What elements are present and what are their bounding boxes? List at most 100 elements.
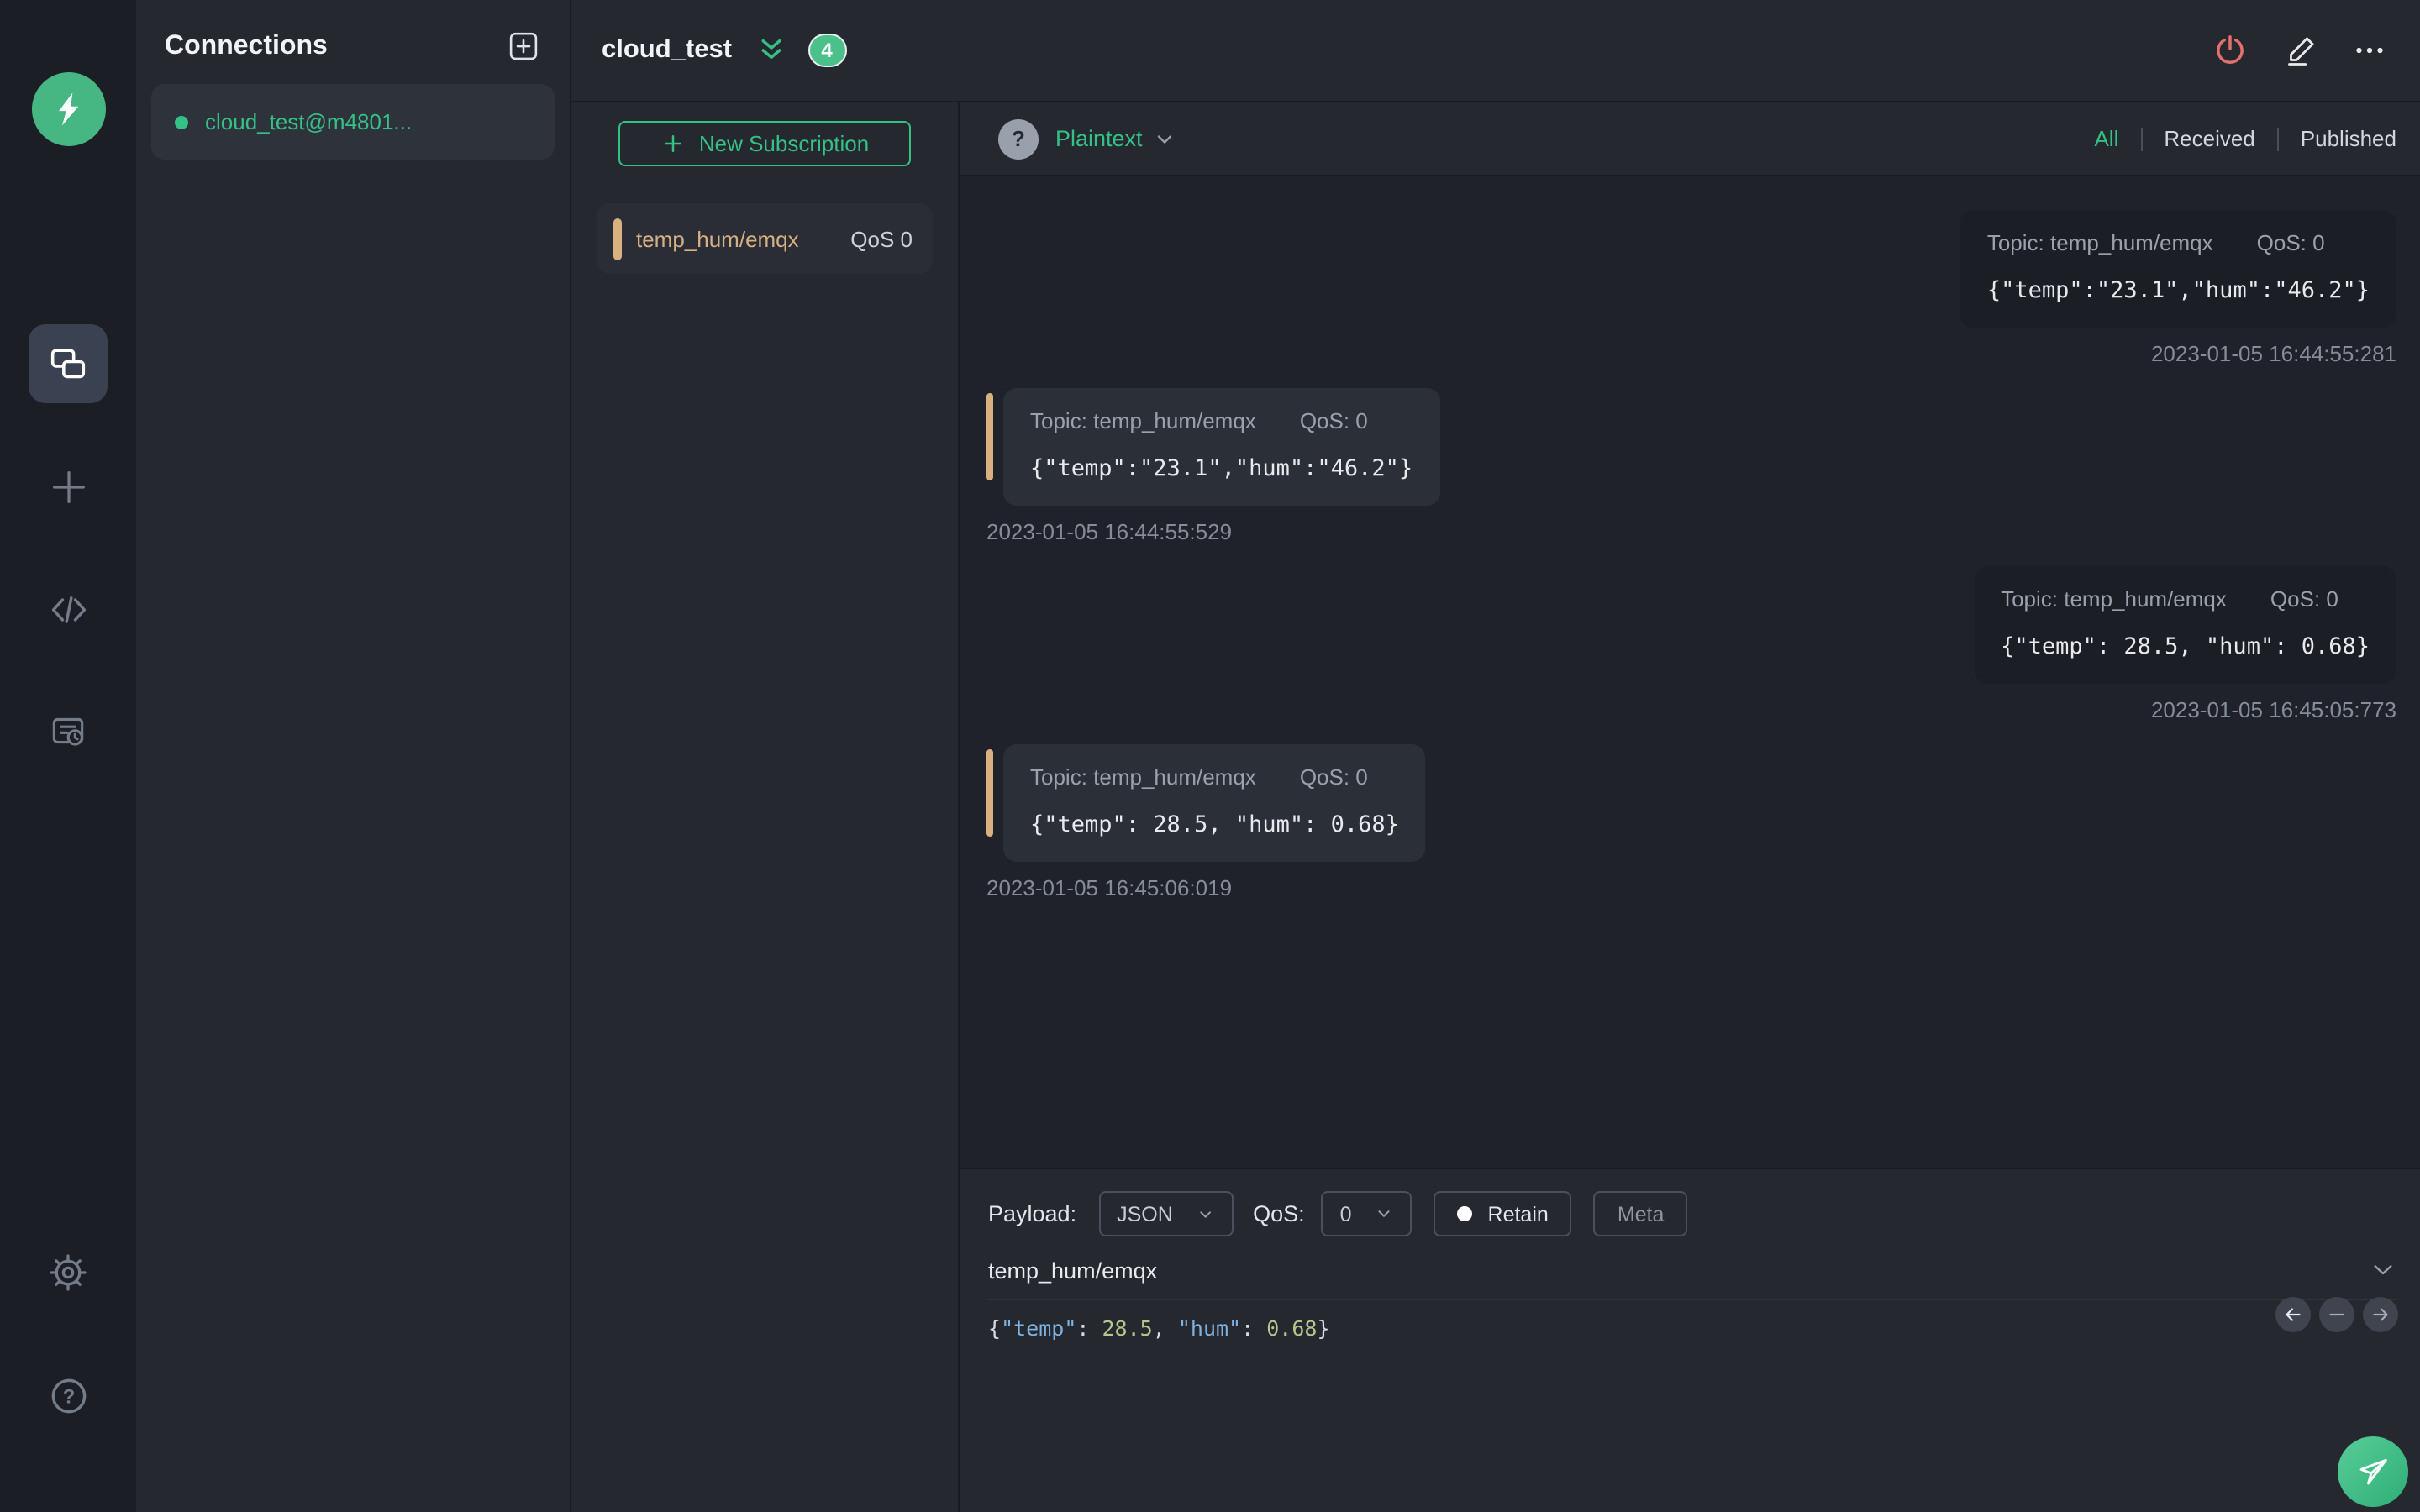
message-bubble[interactable]: Topic: temp_hum/emqx QoS: 0 {"temp":"23.… — [1003, 388, 1440, 506]
log-icon — [52, 717, 84, 746]
stage: ? Connections cloud_test@m4801... cloud_… — [0, 0, 2420, 1512]
tab-separator — [2276, 127, 2279, 150]
arrow-right-icon — [2373, 1308, 2388, 1321]
message-bubble[interactable]: Topic: temp_hum/emqx QoS: 0 {"temp":"23.… — [1960, 210, 2396, 328]
new-subscription-button[interactable]: New Subscription — [618, 121, 911, 166]
connection-name: cloud_test@m4801... — [205, 109, 413, 134]
qos-value: 0 — [1339, 1202, 1352, 1226]
message-timestamp: 2023-01-05 16:44:55:281 — [2150, 341, 2396, 366]
message-topic: Topic: temp_hum/emqx — [1030, 764, 1256, 790]
connections-panel-header: Connections — [151, 0, 555, 84]
meta-button[interactable]: Meta — [1593, 1191, 1688, 1236]
subscription-qos: QoS 0 — [850, 226, 913, 251]
connection-header: cloud_test 4 — [571, 0, 2420, 102]
message-payload: {"temp": 28.5, "hum": 0.68} — [2001, 633, 2370, 660]
tab-all[interactable]: All — [2094, 126, 2118, 151]
retain-toggle[interactable]: Retain — [1434, 1191, 1572, 1236]
subscription-item[interactable]: temp_hum/emqx QoS 0 — [597, 203, 933, 274]
message-qos: QoS: 0 — [2256, 230, 2325, 255]
edit-icon — [2288, 37, 2314, 66]
send-icon — [2360, 1458, 2387, 1485]
sidebar-item-help[interactable]: ? — [29, 1356, 108, 1435]
connections-title: Connections — [165, 31, 328, 60]
chevron-down-icon — [1157, 134, 1171, 143]
svg-text:?: ? — [62, 1385, 75, 1408]
left-rail: ? — [0, 0, 136, 1512]
retain-label: Retain — [1487, 1202, 1549, 1226]
payload-format-value: Plaintext — [1055, 126, 1143, 151]
message-list[interactable]: Topic: temp_hum/emqx QoS: 0 {"temp":"23.… — [960, 176, 2420, 1168]
json-token: 0.68 — [1266, 1315, 1318, 1341]
connection-title: cloud_test — [602, 35, 733, 64]
more-options-button[interactable] — [2353, 34, 2386, 67]
connections-panel: Connections cloud_test@m4801... — [136, 0, 571, 1512]
disconnect-button[interactable] — [2212, 32, 2249, 69]
message-qos: QoS: 0 — [1299, 764, 1368, 790]
sidebar-item-script[interactable] — [29, 570, 108, 648]
message-timestamp: 2023-01-05 16:44:55:529 — [986, 519, 1233, 544]
payload-type-select[interactable]: JSON — [1098, 1191, 1234, 1236]
mqttx-logo — [31, 72, 105, 146]
more-icon — [2356, 47, 2383, 54]
collapse-composer-icon[interactable] — [2370, 1257, 2396, 1284]
plus-icon — [664, 135, 681, 152]
sidebar-item-log[interactable] — [29, 692, 108, 771]
json-token: 28.5 — [1102, 1315, 1153, 1341]
tab-received[interactable]: Received — [2164, 126, 2254, 151]
history-clear-button[interactable] — [2319, 1297, 2354, 1332]
help-icon: ? — [50, 1378, 86, 1413]
payload-editor[interactable]: {"temp": 28.5, "hum": 0.68} — [988, 1315, 2396, 1341]
payload-format-select[interactable]: Plaintext — [1055, 126, 1176, 151]
connection-list-item[interactable]: cloud_test@m4801... — [151, 84, 555, 160]
message-bubble[interactable]: Topic: temp_hum/emqx QoS: 0 {"temp": 28.… — [1974, 566, 2396, 684]
retain-dot-icon — [1457, 1206, 1473, 1221]
subscription-topic: temp_hum/emqx — [636, 226, 799, 251]
subscription-count-badge[interactable]: 4 — [808, 34, 847, 67]
message-published: Topic: temp_hum/emqx QoS: 0 {"temp": 28.… — [986, 566, 2396, 722]
json-token: "temp" — [1001, 1315, 1077, 1341]
arrow-left-icon — [2286, 1308, 2301, 1321]
message-bubble[interactable]: Topic: temp_hum/emqx QoS: 0 {"temp": 28.… — [1003, 744, 1426, 862]
double-chevron-down-icon — [760, 39, 781, 59]
meta-label: Meta — [1617, 1202, 1665, 1226]
message-timestamp: 2023-01-05 16:45:06:019 — [986, 875, 1233, 900]
chevron-down-icon — [1379, 1210, 1391, 1217]
payload-label: Payload: — [988, 1201, 1077, 1226]
tab-published[interactable]: Published — [2301, 126, 2396, 151]
message-color-bar — [986, 749, 993, 837]
message-topic: Topic: temp_hum/emqx — [1030, 408, 1256, 433]
composer-toolbar: Payload: JSON QoS: 0 Retain Meta — [988, 1191, 2396, 1236]
edit-connection-button[interactable] — [2282, 32, 2319, 69]
tab-separator — [2140, 127, 2143, 150]
json-token: : — [1241, 1315, 1267, 1341]
json-token: "hum" — [1177, 1315, 1242, 1341]
lightning-logo-glyph — [58, 92, 78, 126]
message-qos: QoS: 0 — [2270, 586, 2338, 612]
message-topic: Topic: temp_hum/emqx — [2001, 586, 2227, 612]
collapse-panel-button[interactable] — [755, 35, 786, 66]
power-icon — [2217, 35, 2244, 64]
sidebar-item-connections[interactable] — [29, 324, 108, 403]
subscription-color-bar — [613, 218, 621, 260]
minus-icon — [2329, 1313, 2344, 1316]
send-button[interactable] — [2338, 1436, 2408, 1507]
history-next-button[interactable] — [2363, 1297, 2398, 1332]
message-published: Topic: temp_hum/emqx QoS: 0 {"temp":"23.… — [986, 210, 2396, 366]
message-filter-tabs: All Received Published — [2094, 126, 2396, 151]
sidebar-item-new-connection[interactable] — [29, 447, 108, 526]
workspace: New Subscription temp_hum/emqx QoS 0 ? P… — [571, 102, 2420, 1512]
message-qos: QoS: 0 — [1299, 408, 1368, 433]
message-topic: Topic: temp_hum/emqx — [1986, 230, 2213, 255]
sidebar-item-settings[interactable] — [29, 1233, 108, 1312]
right-region: cloud_test 4 New Subscription temp_hum/e… — [571, 0, 2420, 1512]
history-prev-button[interactable] — [2275, 1297, 2311, 1332]
topic-input[interactable]: temp_hum/emqx — [988, 1257, 1157, 1283]
mqttx-app: ? Connections cloud_test@m4801... cloud_… — [0, 0, 2420, 1512]
qos-select[interactable]: 0 — [1321, 1191, 1413, 1236]
format-help-icon[interactable]: ? — [998, 118, 1039, 159]
settings-icon — [50, 1254, 87, 1291]
add-connection-button[interactable] — [506, 29, 541, 64]
message-received: Topic: temp_hum/emqx QoS: 0 {"temp":"23.… — [986, 388, 2396, 544]
script-icon — [50, 596, 86, 622]
message-payload: {"temp": 28.5, "hum": 0.68} — [1030, 811, 1399, 838]
